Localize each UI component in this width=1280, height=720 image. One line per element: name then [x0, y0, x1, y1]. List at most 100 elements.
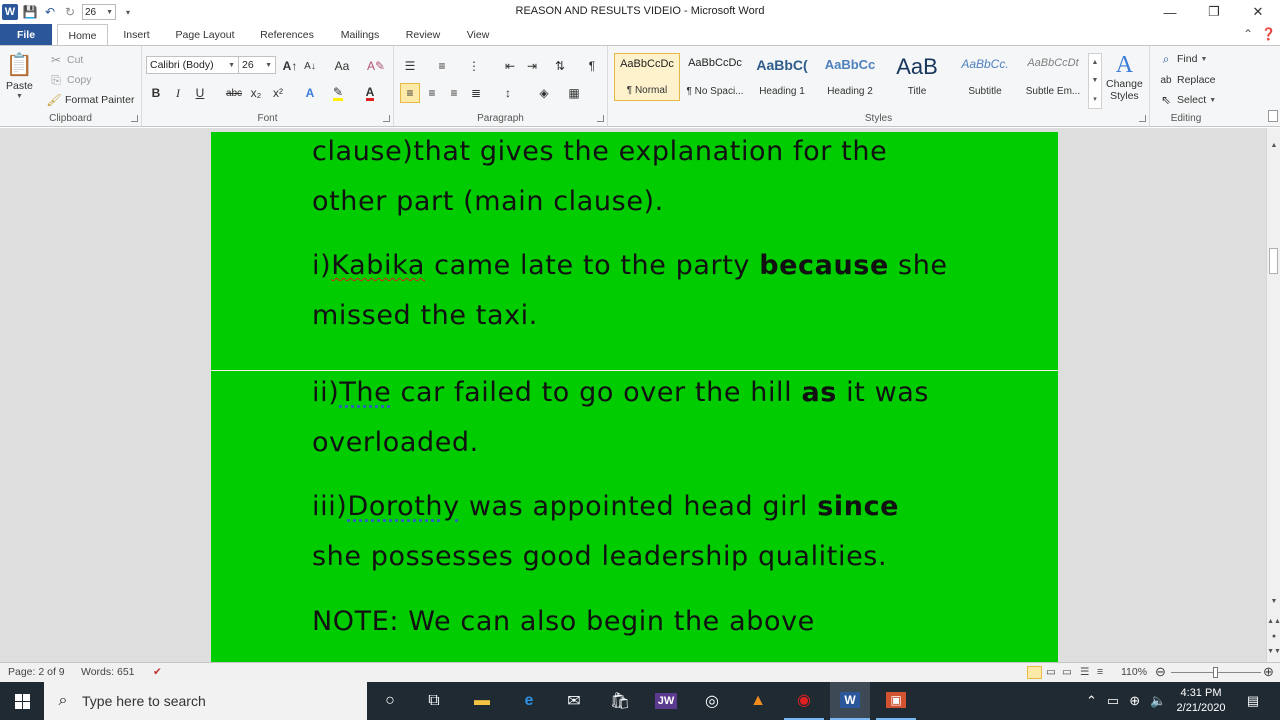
bold-button[interactable]: B — [146, 83, 166, 103]
font-size-combo[interactable]: 26 ▼ — [238, 56, 276, 74]
zoom-out-icon[interactable]: ⊖ — [1155, 664, 1166, 680]
tab-review[interactable]: Review — [396, 24, 450, 45]
draft-icon[interactable]: ≡ — [1097, 666, 1103, 678]
style-title[interactable]: AaB Title — [884, 53, 950, 101]
print-layout-icon[interactable] — [1027, 666, 1042, 679]
tab-references[interactable]: References — [250, 24, 324, 45]
chevron-up-icon[interactable]: ⌃ — [1086, 693, 1097, 709]
next-page-icon[interactable]: ▼▼ — [1267, 648, 1280, 655]
underline-button[interactable]: U — [190, 83, 210, 103]
style-heading-1[interactable]: AaBbC( Heading 1 — [749, 53, 815, 101]
multilevel-list-icon[interactable]: ⋮ — [464, 56, 484, 76]
grow-font-button[interactable]: A↑ — [280, 56, 300, 76]
styles-launcher-icon[interactable] — [1139, 115, 1146, 122]
style-subtitle[interactable]: AaBbCc. Subtitle — [952, 53, 1018, 101]
minimize-button[interactable]: — — [1148, 0, 1192, 24]
doc-line[interactable]: overloaded. — [312, 427, 479, 458]
justify-icon[interactable]: ≣ — [466, 83, 486, 103]
doc-line-example-2[interactable]: ii)The car failed to go over the hill as… — [312, 377, 929, 408]
doc-line[interactable]: NOTE: We can also begin the above — [312, 606, 815, 637]
store-icon[interactable]: 🛍 — [600, 682, 640, 720]
doc-line-example-3[interactable]: iii)Dorothy was appointed head girl sinc… — [312, 491, 899, 522]
decrease-indent-icon[interactable]: ⇤ — [500, 56, 520, 76]
more-styles-icon[interactable]: ▾ — [1093, 95, 1097, 103]
scrollbar-thumb[interactable] — [1269, 248, 1278, 274]
tab-page-layout[interactable]: Page Layout — [166, 24, 244, 45]
line-spacing-icon[interactable]: ↕ — [498, 83, 518, 103]
bullets-icon[interactable]: ☰ — [400, 56, 420, 76]
page-count[interactable]: Page: 2 of 9 — [8, 666, 65, 678]
font-color-icon[interactable]: A — [360, 83, 380, 103]
doc-line[interactable]: clause)that gives the explanation for th… — [312, 136, 887, 167]
word-icon[interactable]: W — [830, 682, 870, 720]
subscript-button[interactable]: x₂ — [246, 83, 266, 103]
doc-line[interactable]: missed the taxi. — [312, 300, 538, 331]
tab-view[interactable]: View — [456, 24, 500, 45]
ruler-toggle-icon[interactable] — [1268, 110, 1278, 122]
notification-icon[interactable]: ▤ — [1238, 682, 1268, 720]
outline-icon[interactable]: ☰ — [1080, 666, 1089, 678]
clipboard-launcher-icon[interactable] — [131, 115, 138, 122]
format-painter-button[interactable]: 🖌 Format Painter — [46, 92, 134, 108]
doc-line[interactable]: other part (main clause). — [312, 186, 664, 217]
style-subtle-emphasis[interactable]: AaBbCcDt Subtle Em... — [1020, 53, 1086, 101]
network-icon[interactable]: ⊕ — [1129, 693, 1140, 709]
document-area[interactable]: clause)that gives the explanation for th… — [0, 128, 1266, 662]
tab-file[interactable]: File — [0, 24, 52, 45]
style-heading-2[interactable]: AaBbCc Heading 2 — [817, 53, 883, 101]
task-view-icon[interactable]: ⧉ — [414, 682, 454, 720]
cut-button[interactable]: ✂ Cut — [48, 52, 83, 68]
scroll-down-arrow-icon[interactable]: ▼ — [1267, 598, 1280, 605]
font-name-combo[interactable]: Calibri (Body) ▼ — [146, 56, 239, 74]
align-center-icon[interactable]: ≡ — [422, 83, 442, 103]
volume-icon[interactable]: 🔈 — [1150, 693, 1166, 709]
recorder-icon[interactable]: ◉ — [784, 682, 824, 720]
zoom-slider-thumb[interactable] — [1213, 667, 1218, 678]
change-styles-button[interactable]: A Change Styles — [1106, 52, 1143, 102]
borders-icon[interactable]: ▦ — [564, 83, 584, 103]
doc-line-example-1[interactable]: i)Kabika came late to the party because … — [312, 250, 948, 281]
full-screen-reading-icon[interactable]: ▭ — [1046, 666, 1056, 678]
zoom-level[interactable]: 110% — [1121, 666, 1147, 678]
taskbar-search[interactable]: ⌕ Type here to search — [44, 682, 367, 720]
scroll-up-arrow-icon[interactable]: ▲ — [1267, 142, 1280, 149]
find-button[interactable]: ⌕ Find ▼ — [1158, 51, 1208, 67]
strikethrough-button[interactable]: abc — [222, 83, 246, 103]
increase-indent-icon[interactable]: ⇥ — [522, 56, 542, 76]
shading-icon[interactable]: ◈ — [534, 83, 554, 103]
vertical-scrollbar[interactable]: ▲ ▼ ▲▲ ● ▼▼ — [1266, 128, 1280, 662]
file-explorer-icon[interactable]: ▬ — [462, 682, 502, 720]
battery-icon[interactable]: ▭ — [1107, 693, 1119, 709]
style-no-spacing[interactable]: AaBbCcDc ¶ No Spaci... — [682, 53, 748, 101]
word-count[interactable]: Words: 651 — [81, 666, 135, 678]
styles-gallery-scroll[interactable]: ▲ ▼ ▾ — [1088, 53, 1102, 109]
select-button[interactable]: ⇖ Select ▼ — [1158, 92, 1216, 108]
clock[interactable]: 4:31 PM 2/21/2020 — [1166, 686, 1236, 716]
zoom-in-icon[interactable]: ⊕ — [1263, 664, 1274, 680]
doc-line[interactable]: she possesses good leadership qualities. — [312, 541, 887, 572]
browse-object-icon[interactable]: ● — [1267, 633, 1280, 640]
jw-icon[interactable]: JW — [646, 682, 686, 720]
italic-button[interactable]: I — [168, 83, 188, 103]
tab-mailings[interactable]: Mailings — [330, 24, 390, 45]
previous-page-icon[interactable]: ▲▲ — [1267, 618, 1280, 625]
tab-home[interactable]: Home — [57, 24, 108, 46]
document-page[interactable]: clause)that gives the explanation for th… — [211, 132, 1058, 662]
clear-formatting-button[interactable]: A✎ — [366, 56, 386, 76]
edge-icon[interactable]: e — [509, 682, 549, 720]
chevron-up-icon[interactable]: ▲ — [1092, 59, 1099, 66]
paragraph-launcher-icon[interactable] — [597, 115, 604, 122]
media-icon[interactable]: ◎ — [692, 682, 732, 720]
show-formatting-button[interactable]: ¶ — [582, 56, 602, 76]
change-case-button[interactable]: Aa — [330, 56, 354, 76]
powerpoint-icon[interactable]: ▣ — [876, 682, 916, 720]
help-icon[interactable]: ❓ — [1261, 27, 1276, 41]
copy-button[interactable]: ⎘ Copy — [48, 72, 91, 88]
start-button[interactable] — [0, 682, 44, 720]
style-normal[interactable]: AaBbCcDc ¶ Normal — [614, 53, 680, 101]
paste-button[interactable]: 📋 Paste ▼ — [6, 51, 33, 100]
close-button[interactable]: ✕ — [1236, 0, 1280, 24]
web-layout-icon[interactable]: ▭ — [1062, 666, 1072, 678]
cortana-icon[interactable]: ○ — [370, 682, 410, 720]
text-effects-icon[interactable]: A — [300, 83, 320, 103]
